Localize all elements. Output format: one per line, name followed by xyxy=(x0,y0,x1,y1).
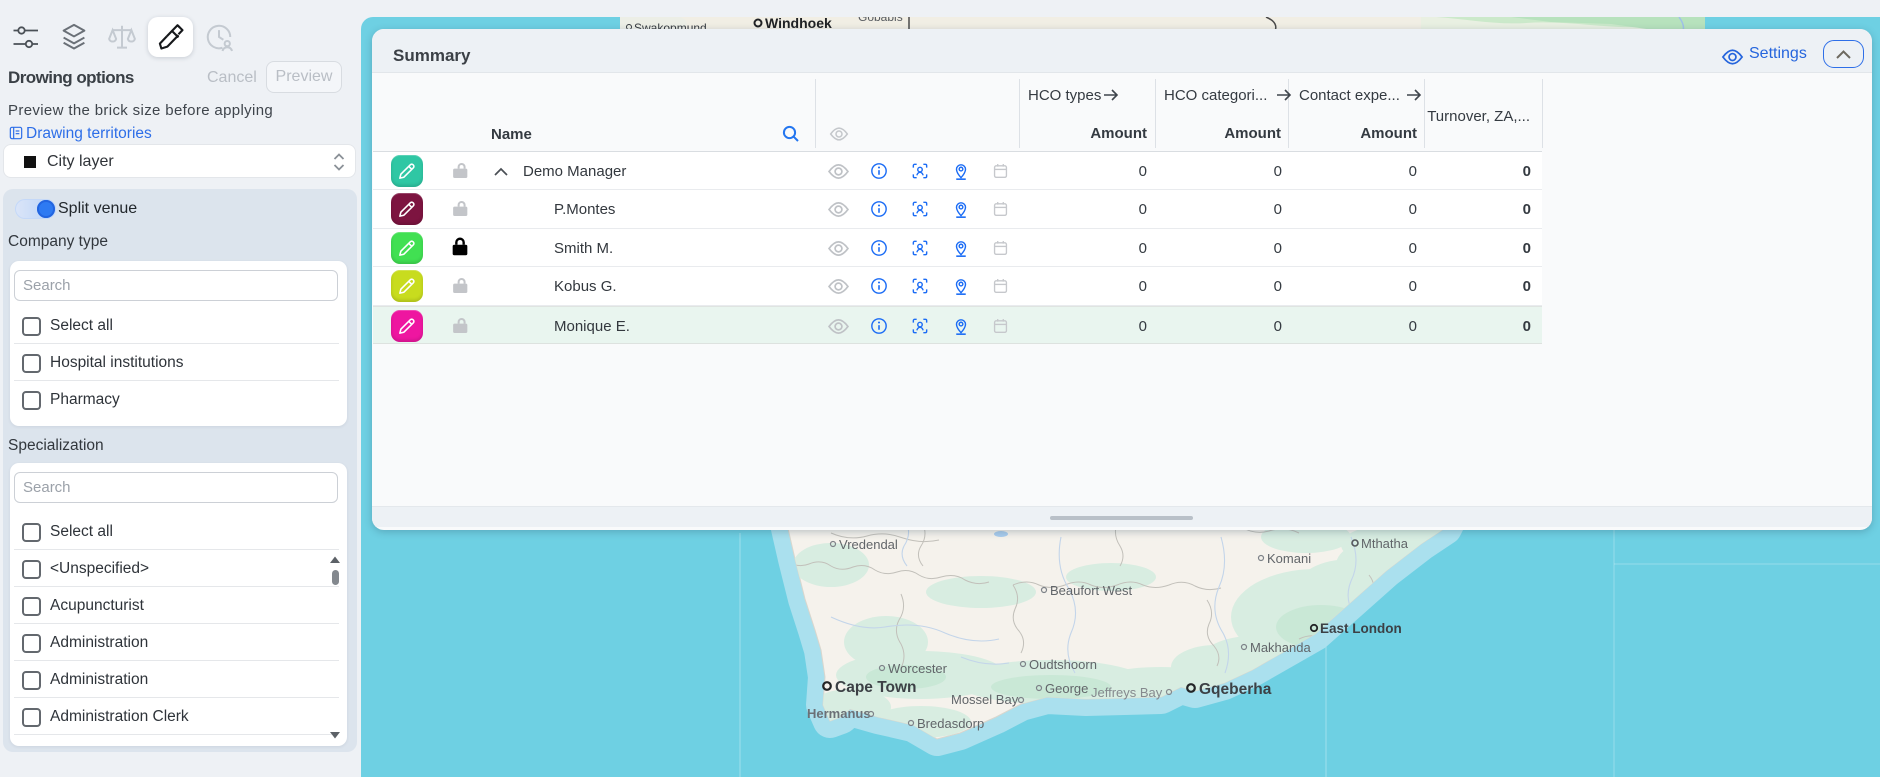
svg-text:Worcester: Worcester xyxy=(888,661,948,676)
svg-text:Gqeberha: Gqeberha xyxy=(1199,681,1272,698)
svg-text:Mthatha: Mthatha xyxy=(1361,536,1409,551)
svg-text:Mossel Bay: Mossel Bay xyxy=(951,692,1019,707)
svg-text:Jeffreys Bay: Jeffreys Bay xyxy=(1091,685,1163,700)
svg-text:East London: East London xyxy=(1320,621,1402,636)
svg-text:Hermanus: Hermanus xyxy=(807,706,871,721)
svg-text:Vredendal: Vredendal xyxy=(839,537,898,552)
svg-text:Gobabis: Gobabis xyxy=(858,17,903,24)
svg-text:Makhanda: Makhanda xyxy=(1250,640,1311,655)
svg-text:Oudtshoorn: Oudtshoorn xyxy=(1029,657,1097,672)
svg-text:Beaufort West: Beaufort West xyxy=(1050,583,1133,598)
svg-text:George: George xyxy=(1045,681,1088,696)
svg-text:Cape Town: Cape Town xyxy=(835,679,917,696)
svg-text:Komani: Komani xyxy=(1267,551,1311,566)
svg-text:Bredasdorp: Bredasdorp xyxy=(917,716,984,731)
